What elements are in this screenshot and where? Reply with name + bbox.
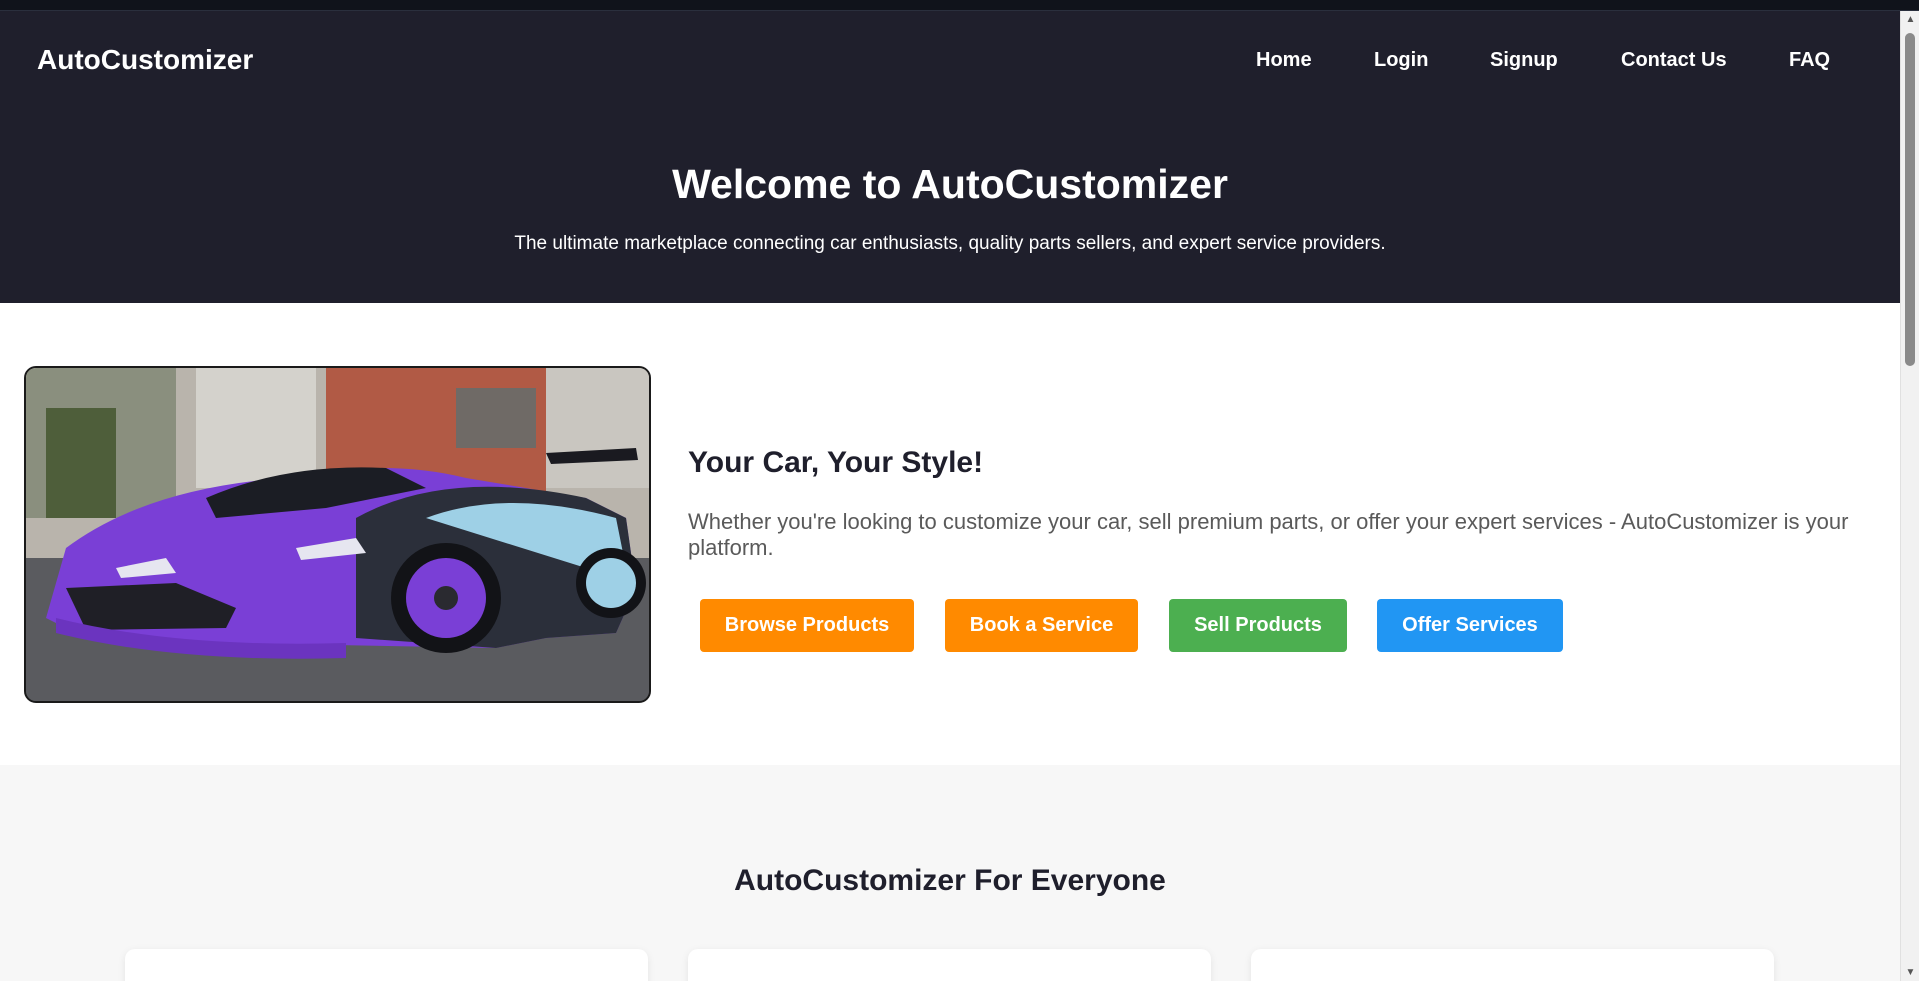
sports-car-illustration: [26, 368, 649, 701]
offer-services-button[interactable]: Offer Services: [1377, 599, 1563, 652]
nav-contact-us[interactable]: Contact Us: [1621, 49, 1727, 72]
audience-card: [688, 949, 1211, 981]
audience-card: [125, 949, 648, 981]
scroll-down-arrow-icon[interactable]: ▼: [1901, 964, 1919, 981]
site-header: AutoCustomizer Home Login Signup Contact…: [0, 11, 1900, 303]
car-image: [24, 366, 651, 703]
book-service-button[interactable]: Book a Service: [945, 599, 1138, 652]
feature-title: Your Car, Your Style!: [688, 446, 984, 479]
scrollbar-thumb[interactable]: [1905, 33, 1915, 366]
scroll-up-arrow-icon[interactable]: ▲: [1901, 11, 1919, 28]
nav-home[interactable]: Home: [1256, 49, 1312, 72]
hero-title: Welcome to AutoCustomizer: [672, 161, 1228, 207]
everyone-section: AutoCustomizer For Everyone: [0, 765, 1900, 981]
browse-products-button[interactable]: Browse Products: [700, 599, 914, 652]
sell-products-button[interactable]: Sell Products: [1169, 599, 1347, 652]
page-scrollbar[interactable]: ▲ ▼: [1900, 11, 1919, 981]
browser-top-strip: [0, 0, 1919, 11]
feature-section: Your Car, Your Style! Whether you're loo…: [0, 303, 1900, 776]
everyone-title: AutoCustomizer For Everyone: [734, 864, 1166, 897]
page-viewport: AutoCustomizer Home Login Signup Contact…: [0, 11, 1900, 981]
nav-faq[interactable]: FAQ: [1789, 49, 1830, 72]
main-nav: Home Login Signup Contact Us FAQ: [0, 49, 1900, 79]
feature-description: Whether you're looking to customize your…: [688, 509, 1849, 560]
audience-card: [1251, 949, 1774, 981]
nav-signup[interactable]: Signup: [1490, 49, 1558, 72]
hero-subtitle: The ultimate marketplace connecting car …: [514, 233, 1386, 254]
nav-login[interactable]: Login: [1374, 49, 1428, 72]
